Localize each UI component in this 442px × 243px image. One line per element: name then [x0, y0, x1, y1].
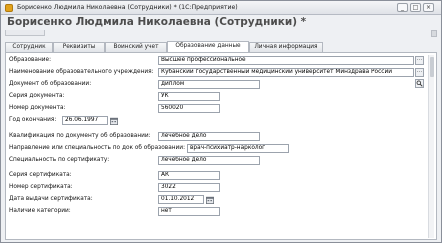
tab-education[interactable]: Образование данные [167, 41, 249, 52]
toolbar-scroll-button[interactable] [431, 30, 437, 37]
search-icon [416, 80, 423, 87]
education-field[interactable]: Высшее профессиональное [158, 56, 414, 65]
tab-military[interactable]: Воинский учет [105, 42, 167, 52]
cert-series-label: Серия сертификата: [9, 172, 72, 178]
grad-year-field[interactable]: 26.06.1997 [62, 116, 108, 125]
form-header-title: Борисенко Людмила Николаевна (Сотрудники… [7, 16, 307, 28]
education-label: Образование: [9, 57, 52, 63]
doc-type-label: Документ об образовании: [9, 81, 92, 87]
cert-number-field[interactable]: 3022 [158, 183, 220, 192]
direction-label: Направление или специальность по док об … [9, 145, 186, 151]
qualification-label: Квалификация по документу об образовании… [9, 133, 151, 139]
calendar-icon[interactable] [110, 117, 118, 125]
tab-employee[interactable]: Сотрудник [5, 42, 53, 52]
window-title: Борисенко Людмила Николаевна (Сотрудники… [17, 4, 238, 11]
maximize-button[interactable]: □ [410, 3, 421, 12]
app-icon [5, 4, 13, 12]
category-field[interactable]: нет [158, 207, 220, 216]
direction-field[interactable]: врач-психиатр-нарколог [187, 144, 289, 153]
grad-year-label: Год окончания: [9, 117, 57, 123]
doc-series-label: Серия документа: [9, 93, 65, 99]
toolbar-button[interactable] [5, 30, 45, 36]
cert-series-field[interactable]: АК [158, 171, 220, 180]
tab-personal-info[interactable]: Личная информация [249, 42, 323, 52]
scrollbar-thumb[interactable] [430, 57, 434, 77]
institution-label: Наименование образовательного учреждения… [9, 69, 154, 75]
title-bar[interactable]: Борисенко Людмила Николаевна (Сотрудники… [1, 1, 441, 15]
category-label: Наличие категории: [9, 208, 71, 214]
calendar-icon[interactable] [206, 196, 214, 204]
cert-date-field[interactable]: 01.10.2012 [158, 195, 204, 204]
institution-field[interactable]: Кубанский государственный медицинский ун… [158, 68, 414, 77]
form-toolbar [5, 30, 437, 39]
vertical-scrollbar[interactable] [428, 55, 434, 238]
close-button[interactable]: × [423, 3, 434, 12]
doc-type-field[interactable]: диплом [158, 80, 260, 89]
tab-requisites[interactable]: Реквизиты [53, 42, 105, 52]
cert-specialty-field[interactable]: лечебное дело [158, 156, 260, 165]
cert-number-label: Номер сертификата: [9, 184, 73, 190]
qualification-field[interactable]: лечебное дело [158, 132, 260, 141]
institution-select-button[interactable]: ... [415, 68, 424, 77]
cert-date-label: Дата выдачи сертификата: [9, 196, 93, 202]
application-window: Борисенко Людмила Николаевна (Сотрудники… [0, 0, 442, 243]
doc-number-label: Номер документа: [9, 105, 66, 111]
search-button[interactable] [415, 79, 424, 88]
education-panel: Образование: Высшее профессиональное ...… [5, 52, 437, 240]
minimize-button[interactable]: _ [397, 3, 408, 12]
doc-number-field[interactable]: 560020 [158, 104, 220, 113]
cert-specialty-label: Специальность по сертификату: [9, 157, 110, 163]
education-select-button[interactable]: ... [415, 56, 424, 65]
doc-series-field[interactable]: УК [158, 92, 220, 101]
